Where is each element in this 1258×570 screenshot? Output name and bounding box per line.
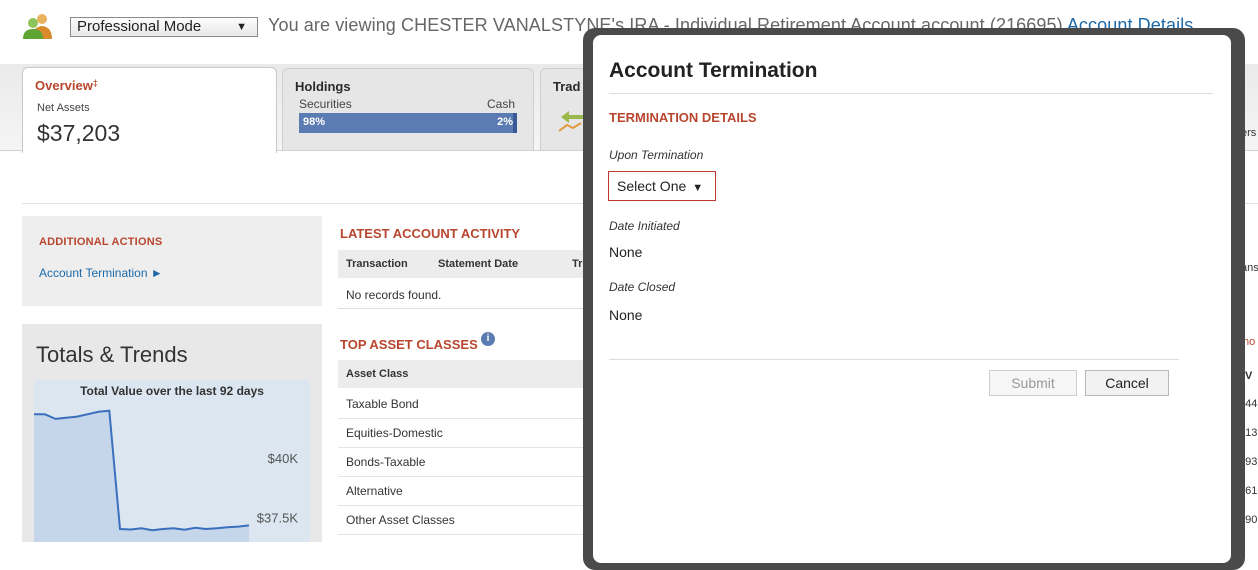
asset-class-name: Bonds-Taxable (346, 455, 426, 469)
additional-actions-panel: ADDITIONAL ACTIONS Account Termination ► (22, 216, 322, 306)
securities-percent: 98% (303, 116, 326, 128)
table-row: Taxable Bond (338, 389, 598, 419)
info-icon[interactable]: i (481, 332, 495, 346)
tab-trading-title: Trad (553, 79, 581, 94)
net-assets-label: Net Assets (37, 102, 90, 114)
cut-off-text: V (1245, 370, 1253, 382)
table-row: Other Asset Classes (338, 505, 598, 535)
chart-area (34, 410, 249, 542)
cancel-button[interactable]: Cancel (1085, 370, 1169, 396)
date-initiated-label: Date Initiated (609, 219, 680, 233)
upon-termination-label: Upon Termination (609, 148, 704, 162)
account-termination-link[interactable]: Account Termination ► (39, 266, 163, 280)
column-header[interactable]: Tr (572, 258, 582, 270)
column-header[interactable]: Statement Date (438, 258, 518, 270)
table-row: Equities-Domestic (338, 418, 598, 448)
cash-bar-segment (512, 113, 517, 133)
users-icon (23, 14, 52, 39)
chart-title: Total Value over the last 92 days (80, 384, 264, 398)
latest-activity-title: LATEST ACCOUNT ACTIVITY (340, 226, 521, 241)
totals-trends-title: Totals & Trends (36, 342, 188, 367)
activity-table-header: Transaction Statement Date Tr (338, 250, 598, 278)
date-closed-value: None (609, 307, 643, 323)
no-records-text: No records found. (346, 288, 442, 302)
submit-button[interactable]: Submit (989, 370, 1077, 396)
asset-class-name: Taxable Bond (346, 397, 419, 411)
table-row: Bonds-Taxable (338, 447, 598, 477)
tab-overview-title: Overview‡ (35, 78, 98, 93)
footnote-mark: ‡ (92, 78, 98, 88)
cash-percent: 2% (497, 116, 513, 128)
mode-select[interactable]: Professional Mode ▼ (70, 17, 258, 37)
asset-table-header: Asset Class (338, 360, 598, 388)
account-termination-dialog: Account Termination TERMINATION DETAILS … (593, 35, 1231, 563)
tab-overview[interactable]: Overview‡ Net Assets $37,203 (22, 67, 277, 153)
mode-select-label: Professional Mode (77, 18, 202, 35)
chevron-down-icon: ▼ (692, 182, 704, 194)
y-tick-label: $37.5K (257, 510, 299, 525)
additional-actions-title: ADDITIONAL ACTIONS (39, 236, 163, 248)
y-tick-label: $40K (268, 451, 299, 466)
asset-class-name: Equities-Domestic (346, 426, 443, 440)
tab-holdings[interactable]: Holdings Securities Cash 98% 2% (282, 68, 534, 150)
termination-details-heading: TERMINATION DETAILS (609, 110, 757, 125)
tab-holdings-title: Holdings (295, 79, 351, 94)
top-asset-classes-title: TOP ASSET CLASSES (340, 337, 478, 352)
column-header[interactable]: Asset Class (346, 368, 408, 380)
upon-termination-select[interactable]: Select One ▼ (608, 171, 716, 201)
totals-trends-panel: Totals & Trends $40K $37.5K Total Value o… (22, 324, 322, 542)
select-value: Select One (617, 178, 687, 194)
divider (609, 93, 1213, 94)
net-assets-value: $37,203 (37, 120, 121, 146)
table-row: Alternative (338, 476, 598, 506)
divider (609, 359, 1179, 360)
dialog-title: Account Termination (609, 59, 818, 82)
divider (338, 308, 598, 309)
column-header[interactable]: Transaction (346, 258, 408, 270)
asset-class-name: Alternative (346, 484, 403, 498)
allocation-bar: 98% 2% (299, 113, 517, 133)
chart-svg: $40K $37.5K (34, 409, 299, 542)
asset-class-name: Other Asset Classes (346, 513, 455, 527)
date-closed-label: Date Closed (609, 280, 676, 294)
securities-label: Securities (299, 97, 352, 111)
total-value-chart: $40K $37.5K Total Value over the last 92 … (34, 380, 310, 542)
chevron-down-icon: ▼ (236, 21, 247, 33)
date-initiated-value: None (609, 244, 643, 260)
cash-label: Cash (486, 97, 515, 111)
